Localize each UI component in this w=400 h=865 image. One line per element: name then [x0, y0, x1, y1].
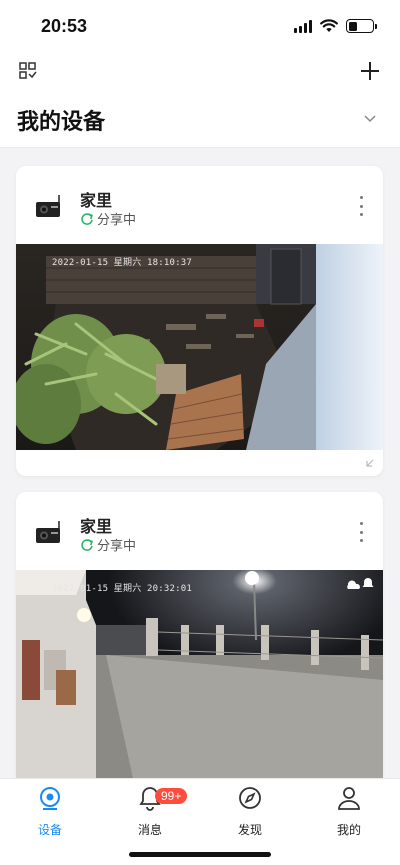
device-name: 家里 — [80, 191, 113, 210]
device-name: 家里 — [80, 517, 113, 536]
grid-view-icon[interactable] — [18, 61, 38, 81]
status-icons — [294, 18, 377, 34]
feed-image — [16, 244, 383, 450]
share-icon — [81, 538, 94, 551]
more-options-icon[interactable] — [357, 522, 365, 542]
battery-fill — [348, 21, 357, 31]
message-count-badge: 99+ — [155, 788, 188, 804]
nav-item-discover[interactable]: 发现 — [215, 785, 285, 838]
nav-item-profile[interactable]: 我的 — [314, 785, 384, 838]
home-indicator — [129, 852, 271, 857]
add-device-icon[interactable] — [359, 60, 381, 82]
more-options-icon[interactable] — [357, 196, 365, 216]
status-bar: 20:53 — [0, 0, 400, 52]
share-status-label: 分享中 — [97, 539, 137, 554]
nav-label-devices: 设备 — [37, 823, 62, 837]
chevron-down-icon[interactable] — [362, 110, 378, 126]
nav-item-messages[interactable]: 99+ 消息 — [115, 785, 188, 838]
share-status: 分享中 — [80, 535, 136, 554]
device-card[interactable]: 家里 分享中 — [16, 492, 383, 792]
battery-icon — [346, 19, 377, 33]
user-icon — [338, 787, 360, 810]
share-status: 分享中 — [80, 209, 136, 228]
feed-timestamp: 2022-01-15 星期六 18:10:37 — [52, 258, 192, 268]
device-card[interactable]: 家里 分享中 — [16, 166, 383, 476]
camera-device-icon — [36, 195, 60, 217]
device-icon — [40, 787, 60, 810]
status-time: 20:53 — [41, 16, 88, 36]
header: 我的设备 — [0, 52, 400, 148]
page-title: 我的设备 — [17, 110, 106, 135]
share-icon — [81, 212, 94, 225]
expand-icon[interactable] — [365, 458, 375, 468]
camera-device-icon — [36, 521, 60, 543]
feed-image — [16, 570, 383, 792]
feed-timestamp: 2022-01-15 星期六 20:32:01 — [52, 584, 192, 594]
nav-label-profile: 我的 — [336, 823, 361, 837]
camera-feed[interactable]: 2022-01-15 星期六 20:32:01 — [16, 570, 383, 792]
nav-item-devices[interactable]: 设备 — [15, 785, 85, 838]
share-status-label: 分享中 — [97, 213, 137, 228]
nav-label-discover: 发现 — [237, 823, 262, 837]
cellular-signal-icon — [294, 19, 312, 33]
wifi-icon — [320, 19, 338, 32]
compass-icon — [239, 787, 261, 809]
camera-feed[interactable]: 2022-01-15 星期六 18:10:37 — [16, 244, 383, 450]
nav-label-messages: 消息 — [137, 823, 162, 837]
